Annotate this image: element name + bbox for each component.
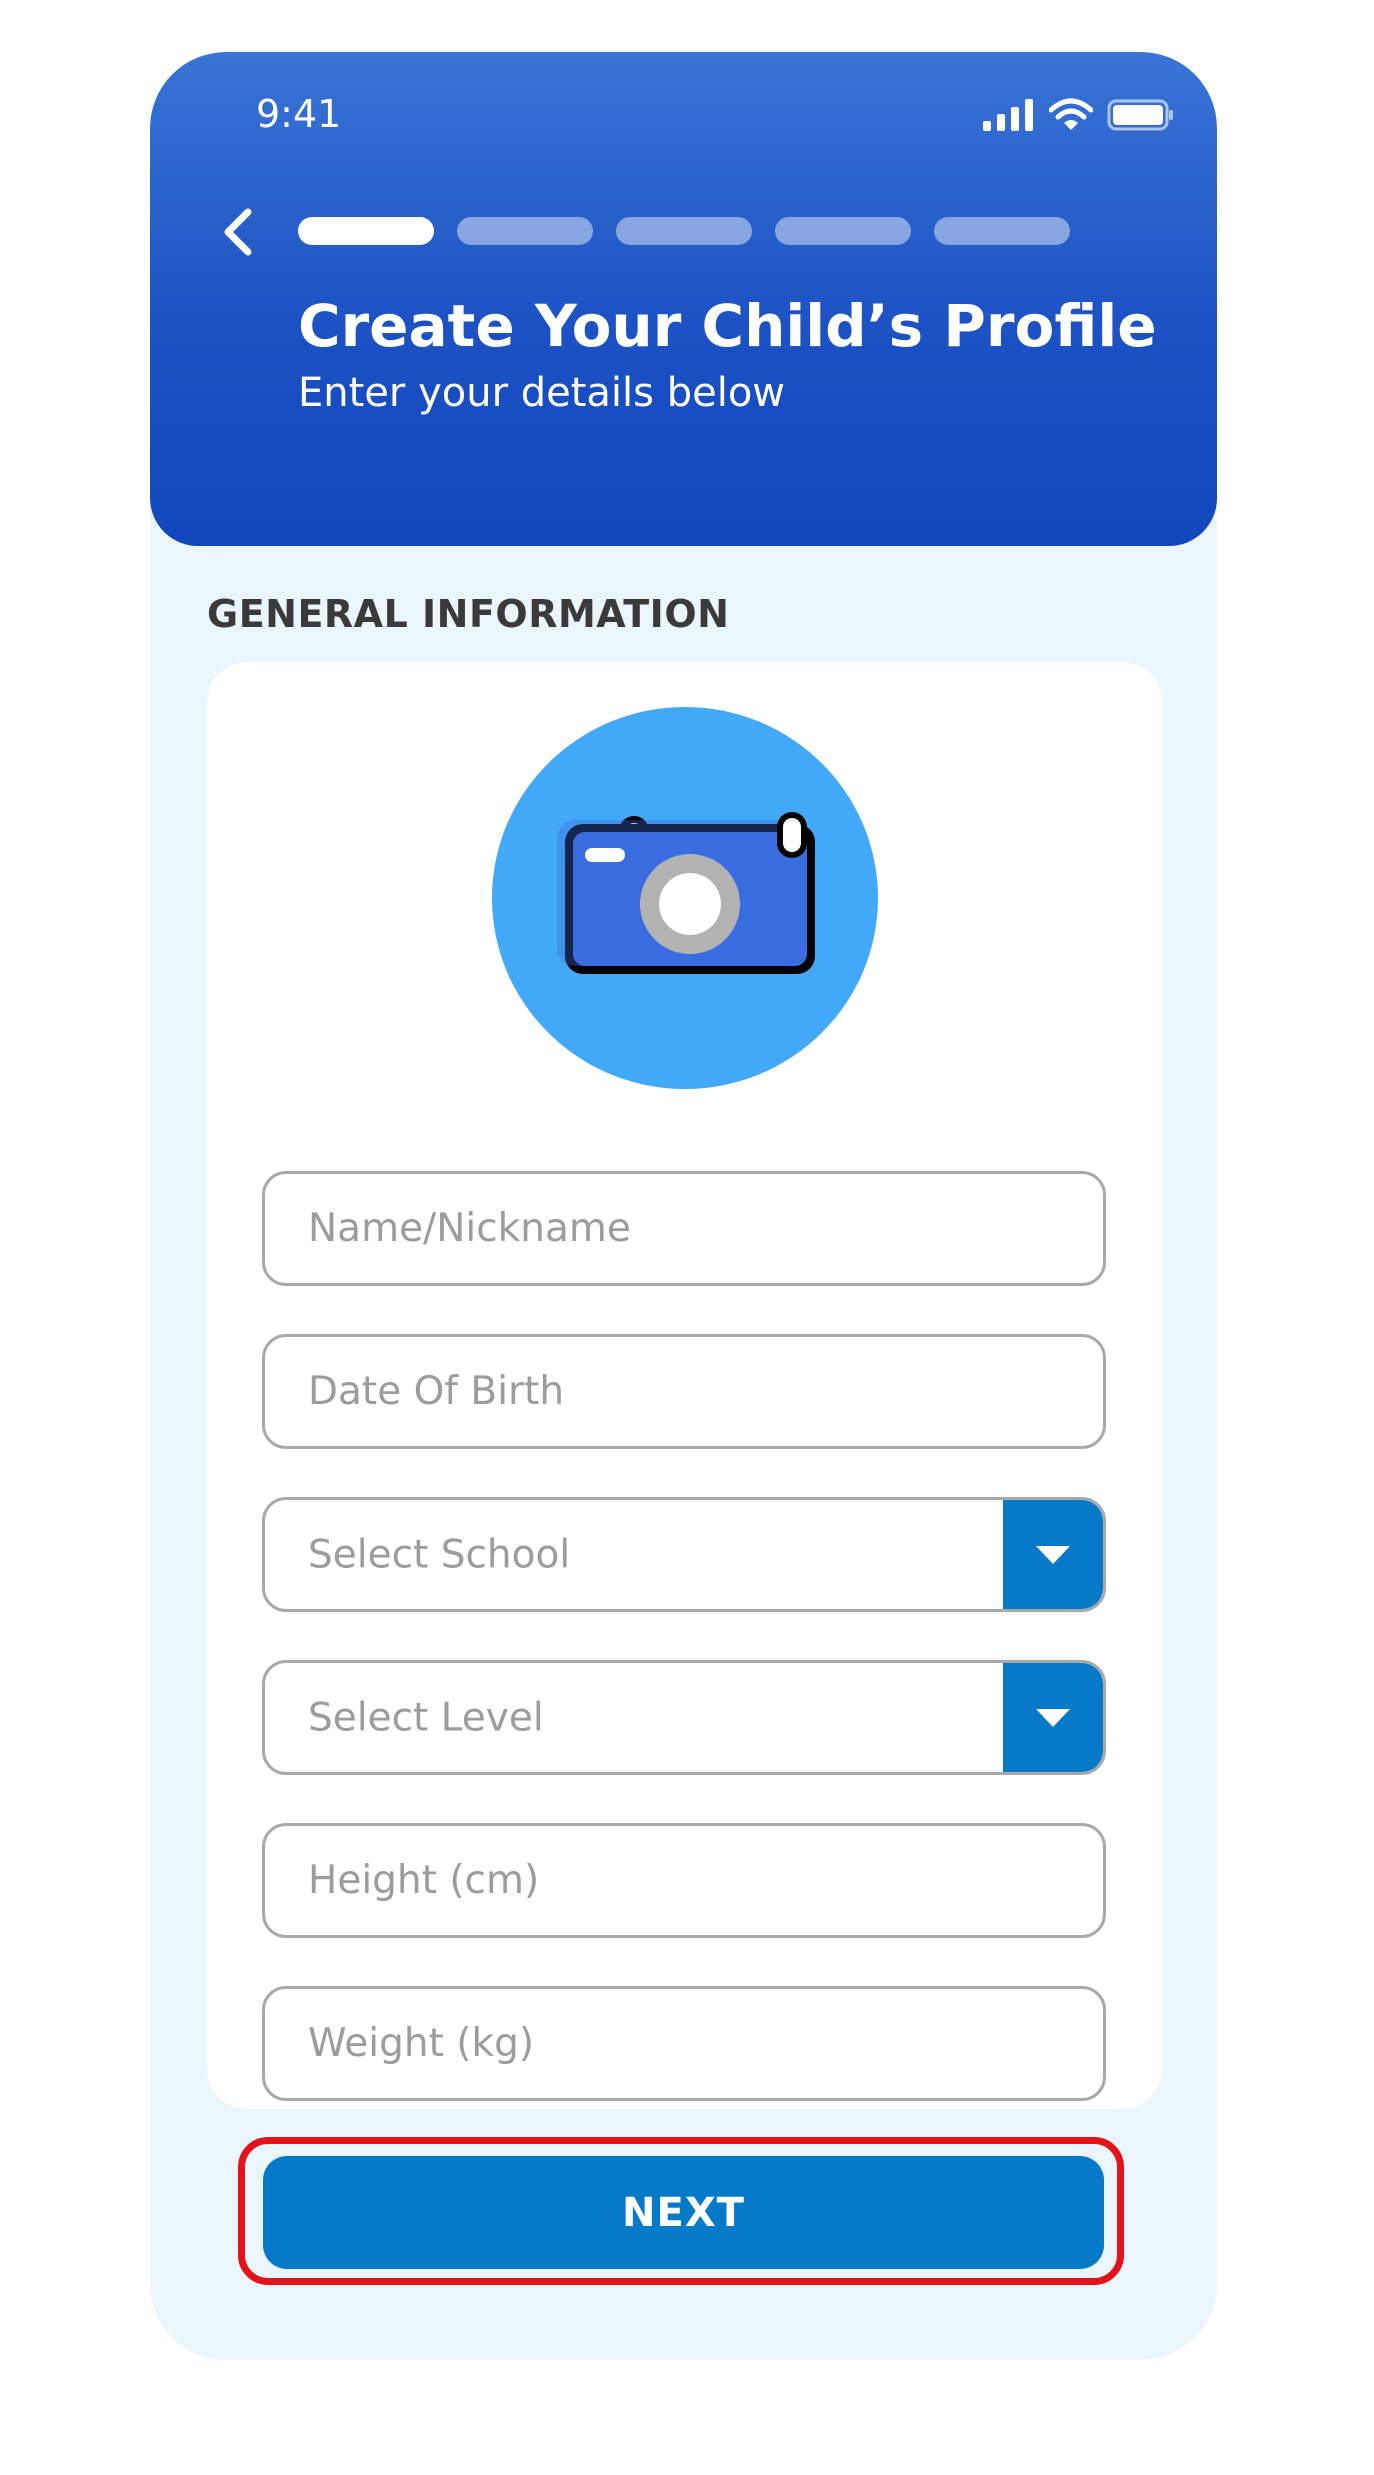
step-progress — [298, 217, 1070, 245]
school-select-value: Select School — [308, 1532, 571, 1577]
caret-down-icon — [1036, 1708, 1070, 1727]
level-select-value: Select Level — [308, 1695, 544, 1740]
camera-icon — [557, 812, 815, 974]
progress-step-2 — [457, 217, 593, 245]
back-button[interactable] — [208, 202, 268, 262]
status-icons — [983, 98, 1175, 132]
page-subtitle: Enter your details below — [298, 370, 786, 416]
dob-field[interactable] — [262, 1334, 1106, 1449]
name-input[interactable] — [265, 1174, 1103, 1283]
caret-down-icon — [1036, 1545, 1070, 1564]
status-time: 9:41 — [256, 92, 342, 136]
name-field[interactable] — [262, 1171, 1106, 1286]
form-card: Select School Select Level — [207, 662, 1162, 2109]
page-title: Create Your Child’s Profile — [298, 292, 1157, 360]
phone-screen: 9:41 Create Your Child’s Profile Enter y… — [150, 52, 1217, 2360]
chevron-left-icon — [224, 208, 252, 256]
dob-input[interactable] — [265, 1337, 1103, 1446]
battery-icon — [1107, 99, 1173, 131]
level-select[interactable]: Select Level — [262, 1660, 1106, 1775]
school-select[interactable]: Select School — [262, 1497, 1106, 1612]
header: 9:41 Create Your Child’s Profile Enter y… — [150, 52, 1217, 546]
progress-step-4 — [775, 217, 911, 245]
weight-field[interactable] — [262, 1986, 1106, 2101]
signal-icon — [983, 99, 1033, 131]
level-dropdown-button[interactable] — [1003, 1663, 1103, 1772]
next-button[interactable]: NEXT — [263, 2156, 1104, 2269]
weight-input[interactable] — [265, 1989, 1103, 2098]
progress-step-3 — [616, 217, 752, 245]
photo-upload[interactable] — [492, 707, 878, 1089]
wifi-icon — [1049, 98, 1093, 130]
progress-step-5 — [934, 217, 1070, 245]
height-field[interactable] — [262, 1823, 1106, 1938]
section-label: GENERAL INFORMATION — [207, 592, 730, 636]
height-input[interactable] — [265, 1826, 1103, 1935]
school-dropdown-button[interactable] — [1003, 1500, 1103, 1609]
progress-step-1 — [298, 217, 434, 245]
